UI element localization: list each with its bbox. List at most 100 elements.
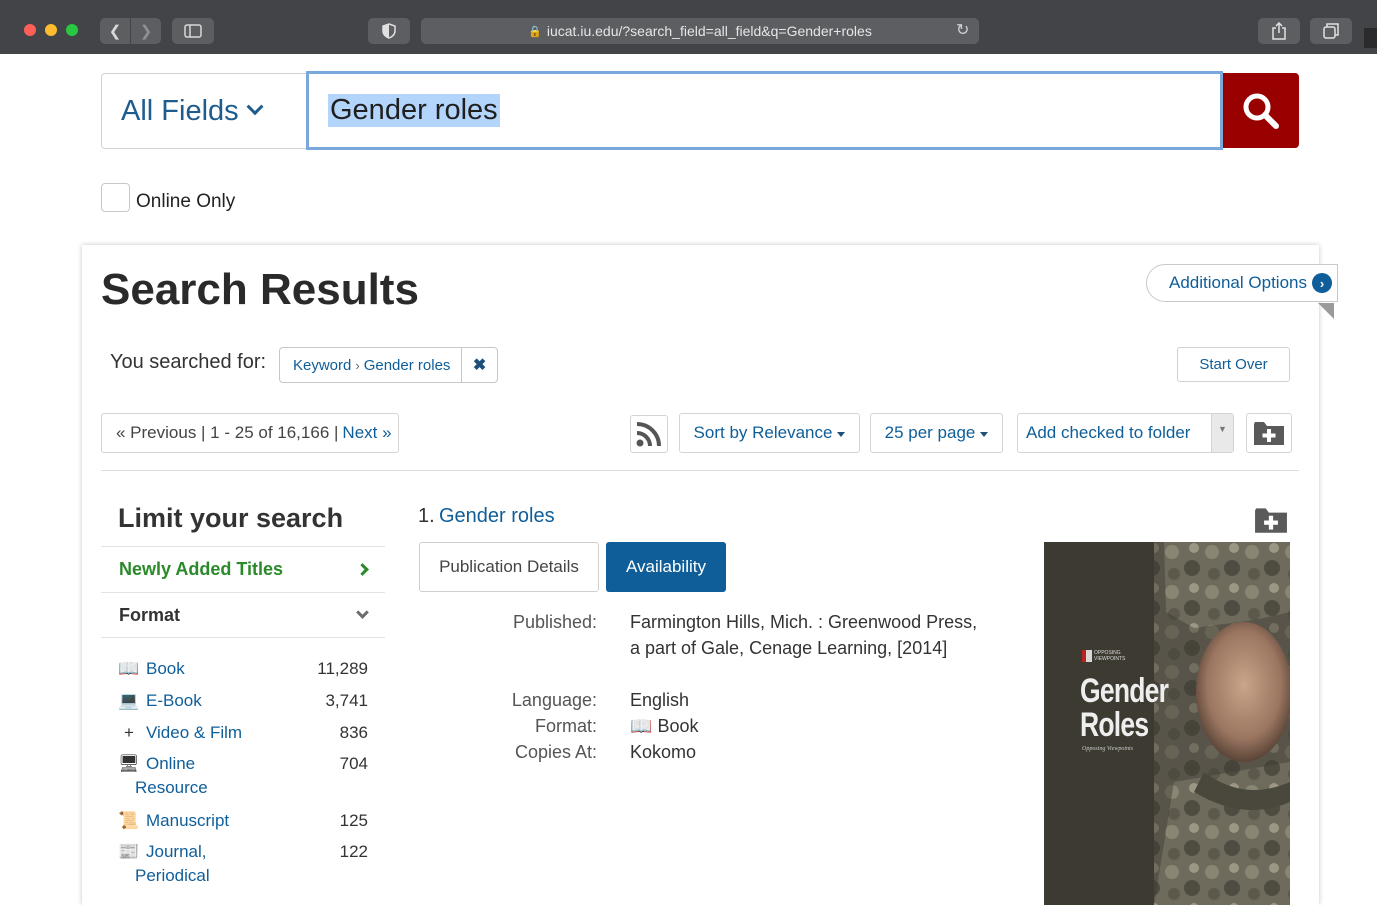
rss-button[interactable] bbox=[630, 415, 668, 453]
search-constraint: Keyword › Gender roles ✖ bbox=[279, 347, 498, 383]
page-content: All Fields Gender roles Online Only Sear… bbox=[9, 54, 1377, 905]
reload-icon[interactable]: ↻ bbox=[956, 20, 969, 40]
format-label-line2: Resource bbox=[135, 778, 208, 797]
format-item-journal[interactable]: 📰 Journal, Periodical 122 bbox=[118, 842, 368, 886]
back-button[interactable]: ❮ bbox=[100, 18, 130, 44]
format-count: 11,289 bbox=[317, 659, 368, 678]
zoom-window-button[interactable] bbox=[66, 24, 78, 36]
folder-action-select[interactable]: Add checked to folder ▼ bbox=[1017, 413, 1234, 453]
searched-for-label: You searched for: bbox=[110, 351, 267, 373]
format-label-line2: Periodical bbox=[135, 866, 210, 885]
ebook-icon: 💻 bbox=[118, 691, 140, 710]
constraint-field: Keyword bbox=[293, 356, 352, 374]
limit-search-heading: Limit your search bbox=[118, 503, 344, 533]
cover-title-line2: Roles bbox=[1080, 706, 1149, 744]
caret-down-icon bbox=[980, 431, 989, 437]
format-count: 836 bbox=[339, 723, 368, 742]
address-bar[interactable]: 🔒 iucat.iu.edu/?search_field=all_field&q… bbox=[421, 18, 979, 44]
monitor-icon: 🖥 bbox=[118, 754, 140, 773]
sort-dropdown[interactable]: Sort by Relevance bbox=[679, 413, 860, 453]
folder-action-label: Add checked to folder bbox=[1026, 423, 1191, 442]
folder-plus-icon bbox=[1254, 422, 1284, 445]
url-text: iucat.iu.edu/?search_field=all_field&q=G… bbox=[546, 23, 872, 39]
select-arrow-icon: ▼ bbox=[1211, 414, 1233, 452]
rss-icon bbox=[636, 422, 661, 447]
result-title-link[interactable]: Gender roles bbox=[439, 505, 555, 528]
format-label: Format: bbox=[534, 716, 597, 736]
format-label: Online bbox=[146, 754, 196, 773]
facet-newly-added-label: Newly Added Titles bbox=[119, 559, 284, 579]
journal-icon: 📰 bbox=[118, 842, 140, 861]
facet-format-label: Format bbox=[119, 604, 181, 625]
tab-publication-details[interactable]: Publication Details bbox=[419, 542, 599, 592]
privacy-report-button[interactable] bbox=[368, 18, 410, 44]
language-label: Language: bbox=[511, 690, 597, 710]
format-item-online-resource[interactable]: 🖥 Online Resource 704 bbox=[118, 754, 368, 798]
format-item-video[interactable]: + Video & Film 836 bbox=[118, 723, 368, 743]
ribbon-fold bbox=[1318, 303, 1334, 319]
search-button[interactable] bbox=[1223, 73, 1299, 148]
per-page-dropdown[interactable]: 25 per page bbox=[870, 413, 1003, 453]
format-count: 704 bbox=[339, 754, 368, 773]
format-label: Book bbox=[146, 659, 185, 678]
facet-newly-added[interactable]: Newly Added Titles bbox=[101, 546, 385, 592]
format-count: 125 bbox=[339, 811, 368, 830]
start-over-button[interactable]: Start Over bbox=[1177, 347, 1290, 382]
additional-options-button[interactable]: Additional Options › bbox=[1146, 264, 1338, 302]
book-cover-image[interactable]: OPPOSING VIEWPOINTS Gender Roles Opposin… bbox=[1044, 542, 1290, 905]
tab-overview-button[interactable] bbox=[1310, 18, 1352, 44]
browser-toolbar: ❮ ❯ 🔒 iucat.iu.edu/?search_field=all_fie… bbox=[0, 0, 1377, 54]
chevron-right-circle-icon: › bbox=[1311, 273, 1332, 293]
format-value: 📖 Book bbox=[630, 713, 980, 739]
format-count: 3,741 bbox=[325, 691, 368, 710]
pager-next-link[interactable]: Next » bbox=[342, 423, 391, 443]
share-button[interactable] bbox=[1258, 18, 1300, 44]
result-add-to-folder-button[interactable] bbox=[1254, 506, 1288, 539]
facet-format[interactable]: Format bbox=[101, 592, 385, 638]
additional-options-label: Additional Options bbox=[1169, 273, 1307, 292]
format-label: Video & Film bbox=[146, 723, 243, 742]
book-icon: 📖 bbox=[118, 659, 140, 678]
pagination: « Previous | 1 - 25 of 16,166 | Next » bbox=[101, 413, 399, 453]
remove-constraint-icon[interactable]: ✖ bbox=[462, 355, 497, 375]
online-only-checkbox[interactable] bbox=[101, 183, 130, 212]
forward-button[interactable]: ❯ bbox=[131, 18, 161, 44]
chevron-down-icon bbox=[356, 606, 369, 619]
manuscript-icon: 📜 bbox=[118, 811, 140, 830]
cover-subtitle: Opposing Viewpoints bbox=[1082, 746, 1134, 752]
published-label: Published: bbox=[512, 612, 597, 632]
lock-icon: 🔒 bbox=[528, 25, 542, 38]
tabs-icon bbox=[1323, 23, 1339, 39]
format-item-manuscript[interactable]: 📜 Manuscript 125 bbox=[118, 811, 368, 831]
pager-previous: « Previous | 1 - 25 of 16,166 | bbox=[116, 423, 339, 442]
sidebar-toggle-button[interactable] bbox=[172, 18, 214, 44]
format-label: Manuscript bbox=[146, 811, 230, 830]
book-icon: 📖 bbox=[630, 716, 653, 736]
cover-series: OPPOSING VIEWPOINTS bbox=[1094, 650, 1126, 662]
add-to-folder-button[interactable] bbox=[1246, 413, 1292, 453]
share-icon bbox=[1272, 22, 1286, 40]
format-item-book[interactable]: 📖 Book 11,289 bbox=[118, 659, 368, 679]
search-field-label: All Fields bbox=[121, 94, 239, 127]
format-item-ebook[interactable]: 💻 E-Book 3,741 bbox=[118, 691, 368, 711]
divider bbox=[101, 470, 1299, 471]
close-window-button[interactable] bbox=[24, 24, 36, 36]
sort-label: Sort by Relevance bbox=[693, 423, 833, 442]
minimize-window-button[interactable] bbox=[45, 24, 57, 36]
results-panel: Search Results Additional Options › You … bbox=[82, 245, 1338, 905]
sidebar-icon bbox=[184, 24, 202, 38]
format-count: 122 bbox=[339, 842, 368, 861]
folder-plus-icon bbox=[1255, 508, 1287, 533]
format-label: E-Book bbox=[146, 691, 202, 710]
language-value: English bbox=[630, 690, 690, 710]
chevron-left-icon: ❮ bbox=[108, 23, 122, 40]
constraint-text[interactable]: Keyword › Gender roles bbox=[280, 348, 463, 382]
online-only-label[interactable]: Online Only bbox=[136, 191, 235, 213]
search-field-select[interactable]: All Fields bbox=[101, 73, 307, 149]
copies-value: Kokomo bbox=[630, 742, 697, 762]
chevron-down-icon bbox=[246, 98, 264, 116]
tab-availability[interactable]: Availability bbox=[606, 542, 726, 592]
constraint-value: Gender roles bbox=[363, 356, 451, 374]
separator-icon: › bbox=[355, 357, 360, 373]
search-input[interactable]: Gender roles bbox=[306, 71, 1223, 150]
